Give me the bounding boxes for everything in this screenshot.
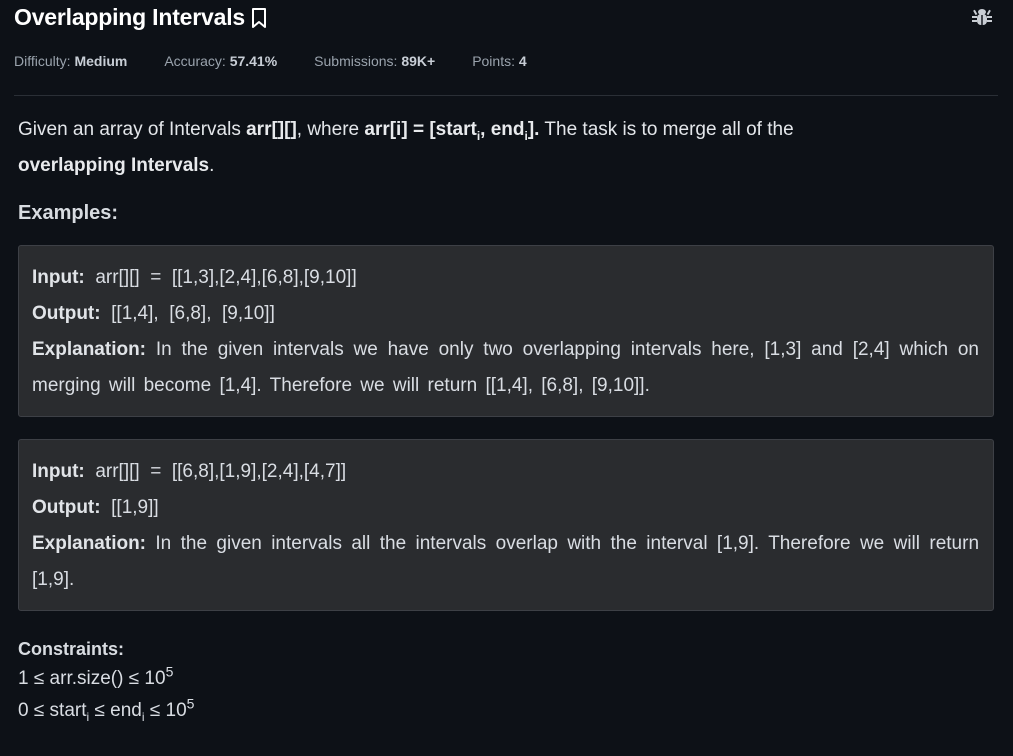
points-value: 4 <box>518 53 527 69</box>
difficulty: Difficulty: Medium <box>14 53 128 69</box>
bug-icon[interactable] <box>971 6 993 28</box>
constraints-heading: Constraints: <box>18 639 125 659</box>
example-output: Output: [[1,9]] <box>32 497 159 518</box>
problem-content: Given an array of Intervals arr[][], whe… <box>18 112 994 727</box>
examples-heading: Examples: <box>18 202 119 224</box>
submissions-value: 89K+ <box>401 53 436 69</box>
points: Points: 4 <box>472 53 527 69</box>
problem-title: Overlapping Intervals <box>14 4 245 30</box>
header-divider <box>14 95 998 96</box>
example-input: Input: arr[][] = [[6,8],[1,9],[2,4],[4,7… <box>32 461 347 482</box>
problem-header: Overlapping Intervals <box>0 0 1013 40</box>
problem-description: Given an array of Intervals arr[][], whe… <box>18 119 794 176</box>
constraint-1: 1 ≤ arr.size() ≤ 105 <box>18 663 174 689</box>
example-box-1: Input: arr[][] = [[1,3],[2,4],[6,8],[9,1… <box>18 245 994 417</box>
difficulty-value: Medium <box>74 53 128 69</box>
problem-meta: Difficulty: Medium Accuracy: 57.41% Subm… <box>14 53 564 69</box>
constraint-2: 0 ≤ starti ≤ endi ≤ 105 <box>18 695 195 724</box>
example-box-2: Input: arr[][] = [[6,8],[1,9],[2,4],[4,7… <box>18 439 994 611</box>
example-output: Output: [[1,4], [6,8], [9,10]] <box>32 303 275 324</box>
example-explanation: Explanation: In the given intervals all … <box>32 533 980 590</box>
accuracy: Accuracy: 57.41% <box>164 53 278 69</box>
accuracy-value: 57.41% <box>229 53 278 69</box>
problem-title-row: Overlapping Intervals <box>14 4 267 31</box>
example-explanation: Explanation: In the given intervals we h… <box>32 339 979 396</box>
bookmark-icon[interactable] <box>251 7 267 29</box>
example-input: Input: arr[][] = [[1,3],[2,4],[6,8],[9,1… <box>32 267 357 288</box>
submissions: Submissions: 89K+ <box>314 53 436 69</box>
